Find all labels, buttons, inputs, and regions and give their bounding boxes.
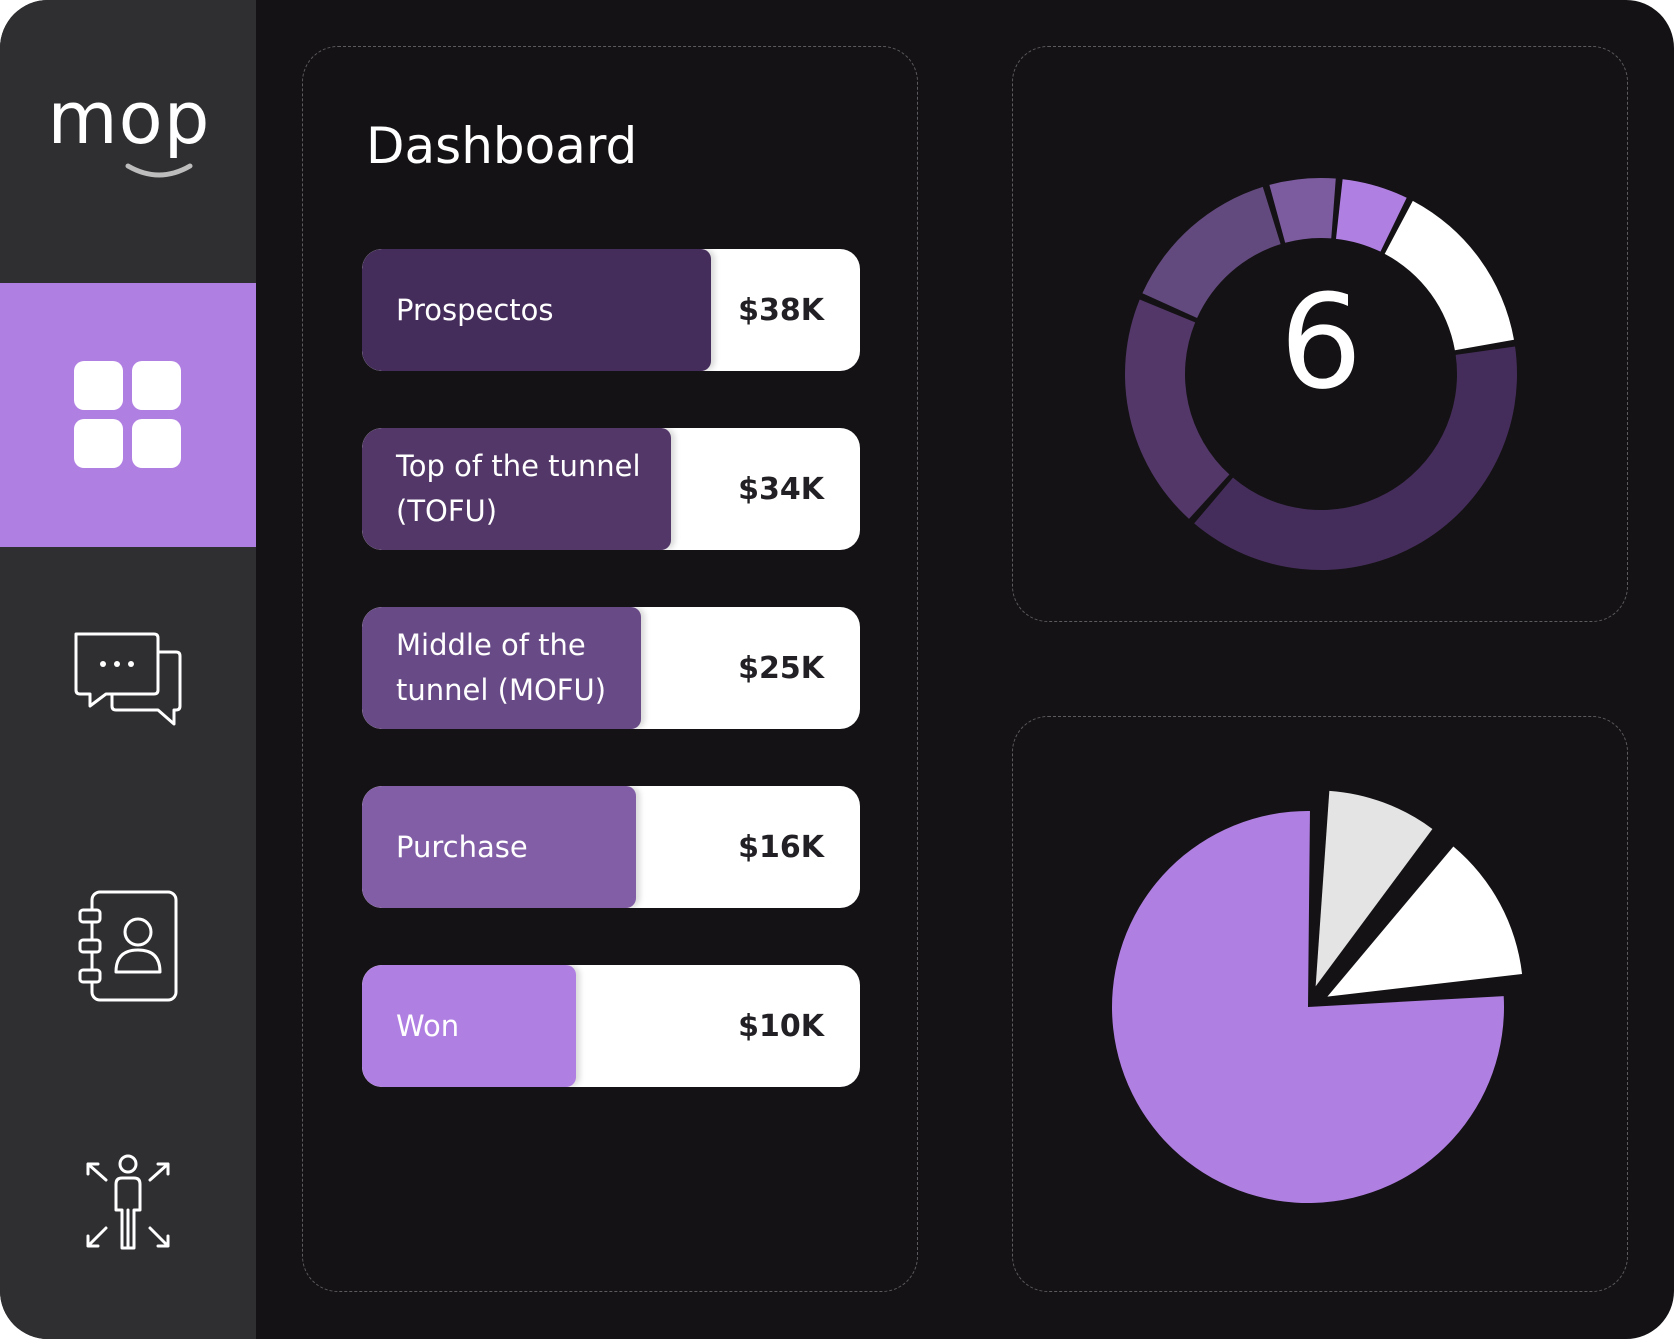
chat-bubbles-icon — [74, 632, 182, 726]
person-arrows-icon — [86, 1154, 170, 1250]
donut-center-value: 6 — [1280, 266, 1363, 418]
brand-logo[interactable]: mop — [44, 82, 214, 192]
donut-segment[interactable] — [1142, 186, 1281, 318]
sidebar-item-chats[interactable] — [0, 610, 256, 750]
funnel-bar-fill: Purchase — [362, 786, 636, 908]
sidebar: mop — [0, 0, 256, 1339]
funnel-bar-fill: Won — [362, 965, 577, 1087]
funnel-row-prospectos[interactable]: Prospectos $38K — [362, 249, 860, 371]
funnel-bar-fill: Middle of the tunnel (MOFU) — [362, 607, 641, 729]
pie-chart — [1112, 790, 1523, 1203]
funnel-bar-fill: Prospectos — [362, 249, 711, 371]
sidebar-item-dashboard[interactable] — [0, 283, 256, 547]
app-window: mop Dashboard Prospectos $38K Top of the… — [0, 0, 1674, 1339]
funnel-value: $16K — [738, 829, 824, 865]
funnel-label: Middle of the tunnel (MOFU) — [396, 628, 607, 707]
funnel-label: Won — [396, 1008, 460, 1043]
donut-segment[interactable] — [1384, 200, 1514, 351]
page-title: Dashboard — [366, 117, 638, 175]
funnel-row-tofu[interactable]: Top of the tunnel (TOFU) $34K — [362, 428, 860, 550]
funnel-value: $38K — [738, 292, 824, 328]
logo-smile-icon — [125, 163, 193, 178]
pie-panel — [1012, 716, 1628, 1292]
donut-segment[interactable] — [1125, 299, 1230, 519]
dashboard-grid-icon — [74, 361, 181, 468]
funnel-row-mofu[interactable]: Middle of the tunnel (MOFU) $25K — [362, 607, 860, 729]
logo-text: mop — [47, 76, 211, 160]
sidebar-item-people[interactable] — [0, 1132, 256, 1272]
funnel-row-purchase[interactable]: Purchase $16K — [362, 786, 860, 908]
contact-book-icon — [78, 890, 178, 1002]
sidebar-item-contacts[interactable] — [0, 876, 256, 1016]
funnel-bar-fill: Top of the tunnel (TOFU) — [362, 428, 671, 550]
funnel-value: $34K — [738, 471, 824, 507]
funnel-label: Purchase — [396, 829, 528, 864]
funnel-label: Top of the tunnel (TOFU) — [396, 449, 641, 528]
donut-panel: 6 — [1012, 46, 1628, 622]
donut-segment[interactable] — [1269, 178, 1336, 243]
funnel-row-won[interactable]: Won $10K — [362, 965, 860, 1087]
donut-chart: 6 — [1125, 178, 1517, 570]
funnel-label: Prospectos — [396, 292, 554, 327]
funnel-value: $10K — [738, 1008, 824, 1044]
funnel-value: $25K — [738, 650, 824, 686]
